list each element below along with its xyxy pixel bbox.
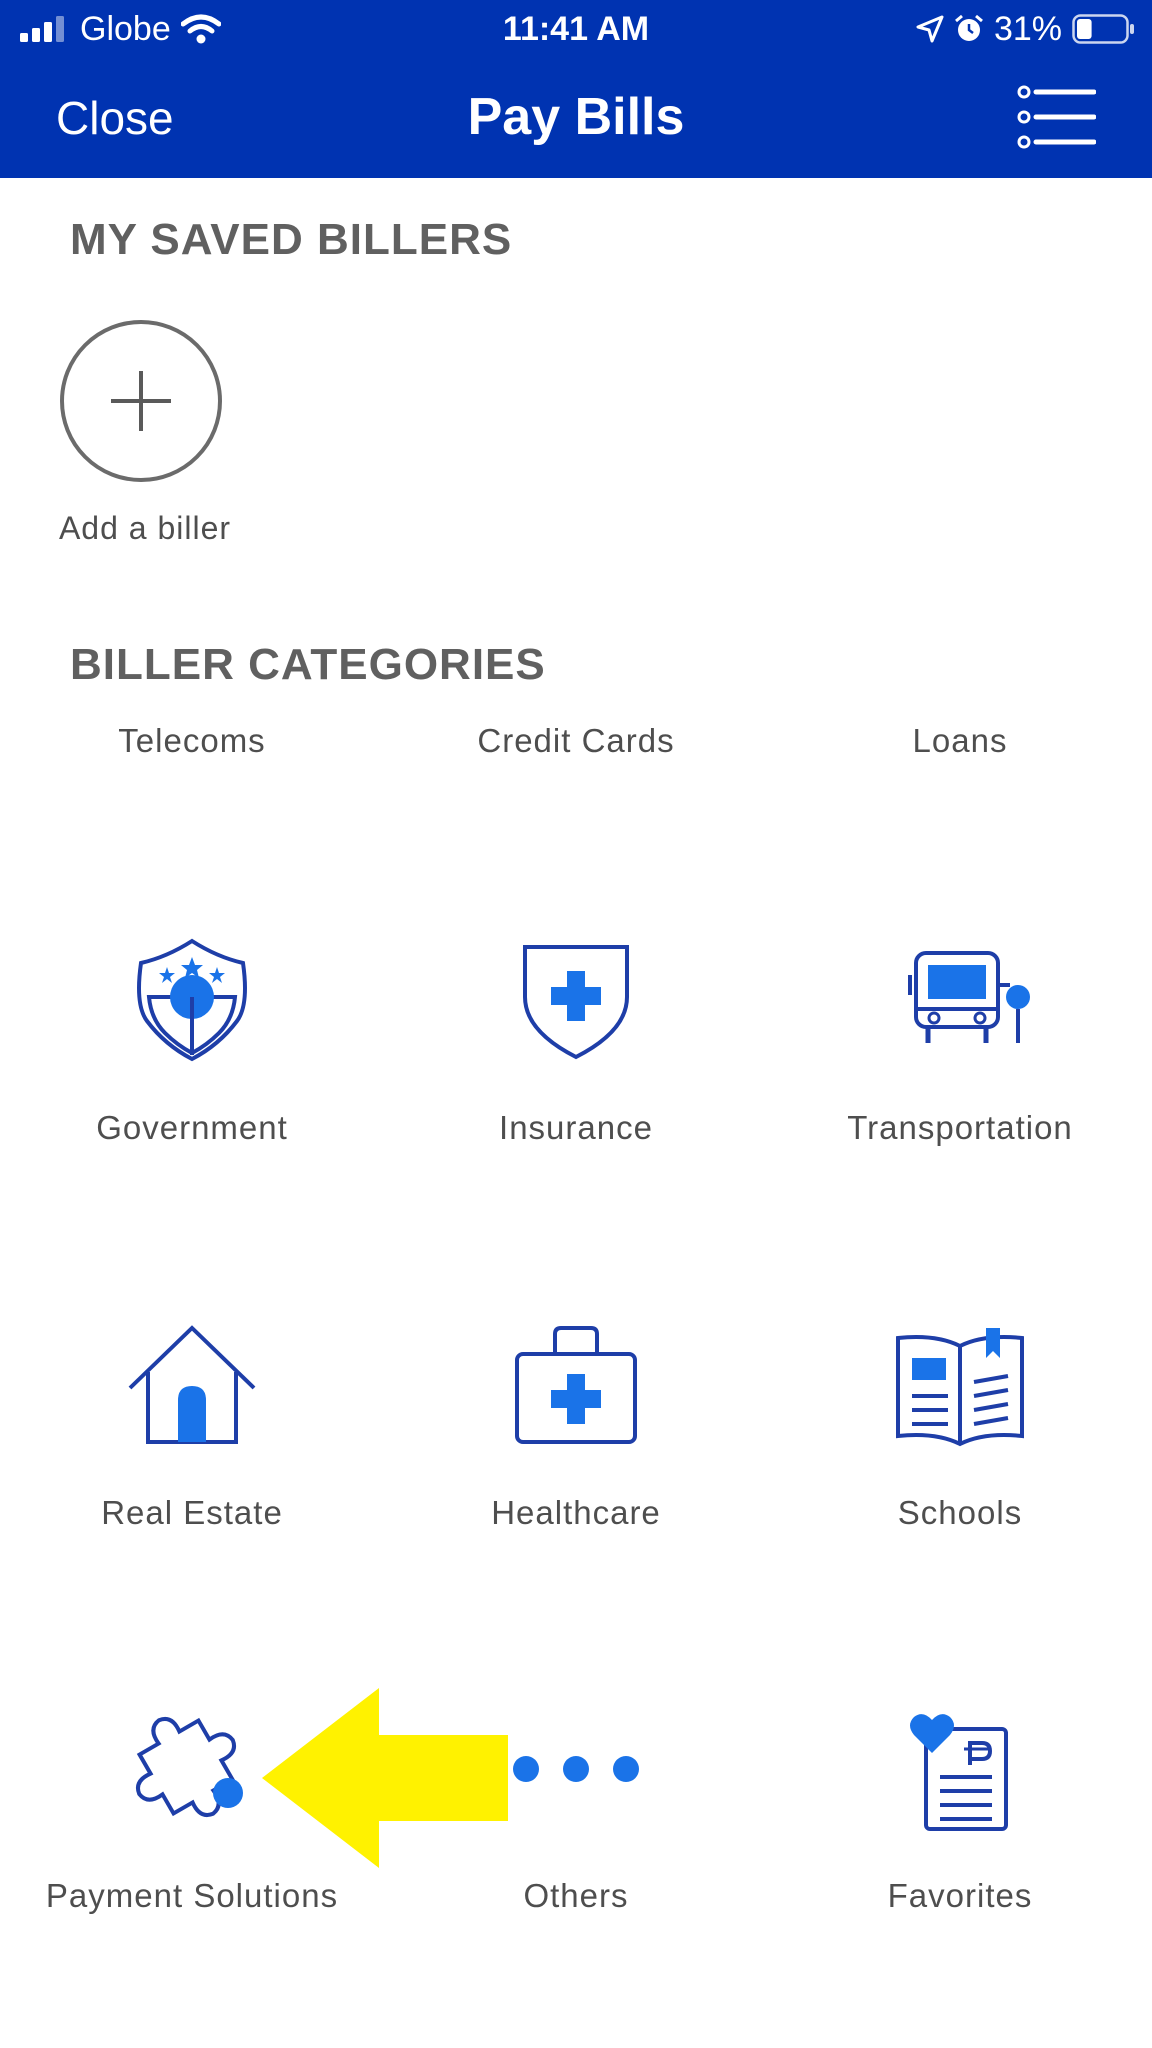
category-label: Real Estate [101, 1494, 283, 1531]
category-credit-cards[interactable]: Credit Cards [384, 722, 768, 760]
bus-icon [908, 951, 1030, 1043]
status-right: 31% [916, 8, 1136, 50]
category-transportation[interactable]: Transportation [768, 935, 1152, 1147]
category-insurance[interactable]: Insurance [384, 935, 768, 1147]
category-real-estate[interactable]: Real Estate [0, 1320, 384, 1532]
battery-percent: 31% [993, 9, 1062, 48]
category-label: Insurance [499, 1109, 653, 1146]
saved-billers-heading: MY SAVED BILLERS [70, 215, 513, 264]
battery-icon [1072, 14, 1134, 44]
book-icon [896, 1328, 1024, 1447]
category-schools[interactable]: Schools [768, 1320, 1152, 1532]
category-label: Schools [897, 1494, 1023, 1531]
category-label: Government [96, 1109, 288, 1146]
alarm-clock-icon [954, 14, 983, 41]
house-icon [128, 1325, 256, 1444]
medical-kit-icon [515, 1326, 637, 1444]
highlight-arrow [262, 1688, 508, 1868]
ellipsis-dots-icon [513, 1756, 639, 1782]
category-healthcare[interactable]: Healthcare [384, 1320, 768, 1532]
category-label: Others [523, 1877, 629, 1914]
category-label: Credit Cards [477, 722, 675, 759]
list-menu-icon[interactable] [1016, 84, 1096, 150]
government-badge-icon [137, 938, 247, 1062]
category-label: Favorites [887, 1877, 1033, 1914]
add-biller-label: Add a biller [58, 510, 232, 546]
category-favorites[interactable]: Favorites [768, 1703, 1152, 1915]
category-label: Transportation [847, 1109, 1073, 1146]
category-label: Healthcare [491, 1494, 661, 1531]
status-bar: Globe 11:41 AM 31% [0, 0, 1152, 58]
category-label: Telecoms [118, 722, 266, 759]
insurance-shield-icon [523, 945, 629, 1060]
page-title: Pay Bills [467, 88, 685, 146]
puzzle-icon [135, 1716, 243, 1818]
favorite-bill-icon [910, 1714, 1008, 1831]
category-government[interactable]: Government [0, 935, 384, 1147]
location-arrow-icon [916, 15, 944, 43]
header-bar: Close Pay Bills [0, 58, 1152, 178]
category-telecoms[interactable]: Telecoms [0, 722, 384, 760]
category-loans[interactable]: Loans [768, 722, 1152, 760]
add-biller-button[interactable]: Add a biller [40, 320, 250, 560]
plus-icon[interactable] [60, 320, 222, 482]
category-label: Payment Solutions [45, 1877, 339, 1914]
biller-categories-heading: BILLER CATEGORIES [70, 640, 546, 689]
category-label: Loans [912, 722, 1008, 759]
